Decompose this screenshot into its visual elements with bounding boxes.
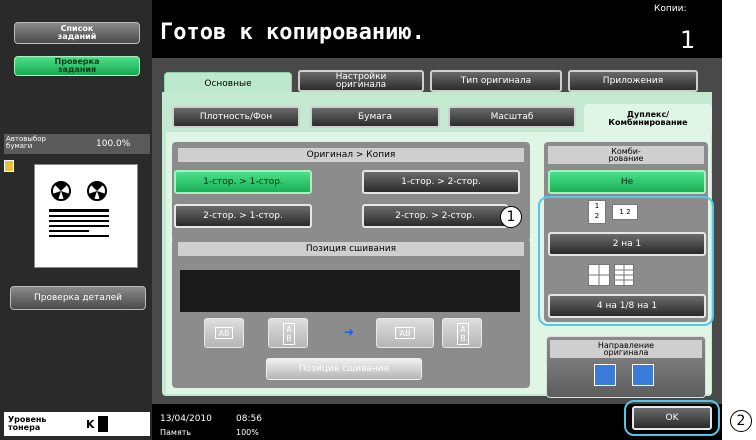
subtab-density[interactable]: Плотность/Фон (172, 106, 300, 128)
job-check-button[interactable]: Проверка задания (14, 56, 140, 76)
subtab-duplex-combine[interactable]: Дуплекс/ Комбинирование (584, 104, 712, 134)
arrow-right-icon: ➜ (344, 325, 355, 339)
orientation-header: Направление оригинала (550, 340, 702, 358)
toner-panel: Уровень тонера K (4, 412, 150, 436)
orientation-landscape-icon (632, 364, 654, 386)
callout-1: 1 (500, 206, 522, 228)
copies-value: 1 (680, 26, 696, 54)
binding-result-left: AB (376, 318, 434, 348)
tab-original-type[interactable]: Тип оригинала (430, 70, 562, 92)
ab-vertical-icon: AB (457, 323, 469, 345)
status-title: Готов к копированию. (160, 20, 425, 45)
subtab-paper[interactable]: Бумага (310, 106, 440, 128)
binding-display (180, 270, 520, 312)
callout-2: 2 (730, 410, 752, 432)
copies-label: Копии: (654, 4, 687, 14)
binding-header: Позиция сшивания (178, 242, 524, 256)
status-time: 08:56 (236, 414, 262, 424)
toner-label: Уровень тонера (8, 415, 47, 432)
option-1to2[interactable]: 1-стор. > 2-стор. (362, 170, 520, 194)
toner-level-bar (98, 416, 108, 432)
ab-vertical-icon: AB (283, 323, 295, 345)
auto-paper-label: Автовыбор бумаги (6, 135, 46, 150)
memory-value: 100% (236, 428, 259, 437)
detail-check-button[interactable]: Проверка деталей (10, 286, 146, 310)
ok-highlight (624, 400, 720, 436)
combine-highlight (538, 196, 714, 326)
binding-left-button: AB (204, 318, 244, 348)
combine-header: Комби- рование (548, 146, 704, 164)
zoom-value: 100.0% (96, 139, 131, 149)
toner-color-letter: K (86, 418, 95, 431)
binding-result-top: AB (442, 318, 482, 348)
tab-applications[interactable]: Приложения (568, 70, 698, 92)
tab-original-settings[interactable]: Настройки оригинала (298, 70, 424, 92)
option-1to1[interactable]: 1-стор. > 1-стор. (174, 170, 312, 194)
combine-none-button[interactable]: Не (548, 170, 706, 194)
left-sidebar: Список заданий Проверка задания Автовыбо… (0, 0, 152, 440)
tab-basic[interactable]: Основные (164, 72, 292, 94)
option-2to1[interactable]: 2-стор. > 1-стор. (174, 204, 312, 228)
binding-position-button: Позиция сшивания (266, 358, 422, 380)
subtab-zoom[interactable]: Масштаб (448, 106, 576, 128)
orientation-portrait-icon (594, 364, 616, 386)
ab-horizontal-icon: AB (395, 327, 415, 339)
job-list-button[interactable]: Список заданий (14, 22, 140, 44)
tray-icon (4, 160, 14, 172)
paper-info-bar: Автовыбор бумаги 100.0% (4, 134, 150, 154)
option-2to2[interactable]: 2-стор. > 2-стор. (362, 204, 508, 228)
memory-label: Память (160, 428, 192, 437)
duplex-header: Оригинал > Копия (178, 148, 524, 162)
preview-image (34, 164, 138, 268)
ab-horizontal-icon: AB (215, 327, 233, 339)
status-date: 13/04/2010 (160, 414, 212, 424)
binding-top-button: AB (268, 318, 308, 348)
